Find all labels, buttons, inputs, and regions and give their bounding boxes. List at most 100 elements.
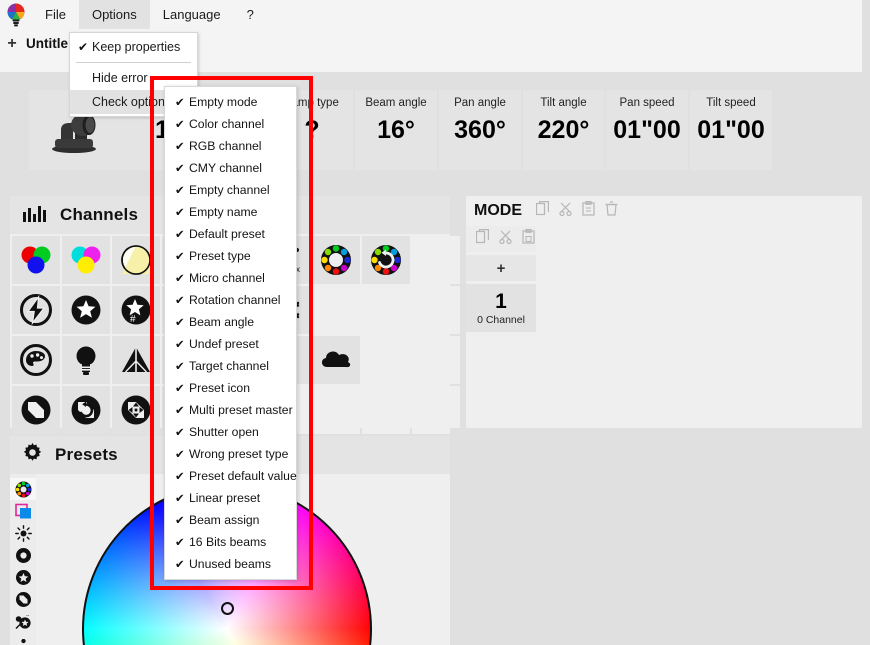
submenu-item-preset-default-value[interactable]: ✔ Preset default value xyxy=(165,465,297,487)
property-tilt-angle-value: 220° xyxy=(537,116,590,144)
preset-rail-gobo-shake-icon[interactable]: -- xyxy=(10,610,36,632)
channel-icon-color-temperature[interactable] xyxy=(112,236,160,284)
submenu-item-target-channel[interactable]: ✔ Target channel xyxy=(165,355,296,377)
background-filler xyxy=(450,428,870,645)
mode-panel-title: MODE xyxy=(474,202,522,219)
application-window: File Options Language ? + Untitle Beam 1 xyxy=(0,0,870,645)
menu-item-options[interactable]: Options xyxy=(78,0,150,29)
save-icon[interactable] xyxy=(522,229,535,249)
submenu-item-default-preset[interactable]: ✔ Default preset xyxy=(165,223,296,245)
check-icon: ✔ xyxy=(175,449,185,461)
channel-icon-strobe[interactable] xyxy=(12,286,60,334)
property-tilt-speed-label: Tilt speed xyxy=(706,97,756,109)
channel-icon-prism-triangle[interactable] xyxy=(112,336,160,384)
submenu-item-rgb-channel[interactable]: ✔ RGB channel xyxy=(165,135,296,157)
channel-icon-lamp-bulb[interactable] xyxy=(62,336,110,384)
submenu-item-16-bits-beams[interactable]: ✔ 16 Bits beams xyxy=(165,531,296,553)
submenu-item-beam-assign[interactable]: ✔ Beam assign xyxy=(165,509,296,531)
preset-rail-gobo-star-icon[interactable] xyxy=(10,566,36,588)
preset-rail-extra-icon[interactable] xyxy=(10,632,36,645)
copy-icon[interactable] xyxy=(475,229,489,249)
property-lamp-type-value: ? xyxy=(304,116,320,144)
submenu-item-rotation-channel[interactable]: ✔ Rotation channel xyxy=(165,289,296,311)
paste-icon[interactable] xyxy=(582,201,595,221)
tab-untitled[interactable]: Untitle xyxy=(24,36,68,51)
submenu-item-label: Default preset xyxy=(189,227,265,241)
delete-icon[interactable] xyxy=(605,201,618,221)
menu-option-keep-properties[interactable]: ✔ Keep properties xyxy=(70,35,197,59)
bar-levels-icon xyxy=(22,204,48,227)
submenu-item-micro-channel[interactable]: ✔ Micro channel xyxy=(165,267,296,289)
channel-icon-gobo-star[interactable] xyxy=(62,286,110,334)
submenu-item-beam-angle[interactable]: ✔ Beam angle xyxy=(165,311,296,333)
channel-cell-empty xyxy=(312,286,360,334)
submenu-item-multi-preset-master[interactable]: ✔ Multi preset master xyxy=(165,399,296,421)
check-icon: ✔ xyxy=(175,515,185,527)
app-logo-icon xyxy=(0,0,32,29)
submenu-item-cmy-channel[interactable]: ✔ CMY channel xyxy=(165,157,296,179)
property-beam-angle-label: Beam angle xyxy=(365,97,427,109)
menu-item-help[interactable]: ? xyxy=(234,0,267,29)
submenu-item-label: 16 Bits beams xyxy=(189,535,267,549)
submenu-item-label: Undef preset xyxy=(189,337,259,351)
svg-text:--: -- xyxy=(26,613,30,619)
submenu-item-empty-mode[interactable]: ✔ Empty mode xyxy=(165,91,296,113)
channel-icon-color-wheel-ring[interactable] xyxy=(312,236,360,284)
property-tilt-angle: Tilt angle 220° xyxy=(523,90,604,170)
submenu-item-label: Preset icon xyxy=(189,381,250,395)
check-icon: ✔ xyxy=(175,339,185,351)
preset-rail-gobo-dot-icon[interactable] xyxy=(10,544,36,566)
channel-icon-fog-cloud[interactable] xyxy=(312,336,360,384)
add-mode-button[interactable]: + xyxy=(466,255,536,281)
submenu-item-empty-name[interactable]: ✔ Empty name xyxy=(165,201,296,223)
svg-text:#: # xyxy=(130,314,136,325)
submenu-item-empty-channel[interactable]: ✔ Empty channel xyxy=(165,179,296,201)
channels-panel-title: Channels xyxy=(60,205,139,224)
submenu-item-label: Beam angle xyxy=(189,315,255,329)
menu-option-keep-properties-label: Keep properties xyxy=(92,40,181,54)
preset-rail-color-wheel-icon[interactable] xyxy=(10,478,36,500)
channel-icon-palette[interactable] xyxy=(12,336,60,384)
submenu-item-label: Wrong preset type xyxy=(189,447,289,461)
add-tab-button[interactable]: + xyxy=(0,35,24,53)
menu-item-language[interactable]: Language xyxy=(150,0,234,29)
channel-icon-iris-move[interactable] xyxy=(112,386,160,434)
submenu-item-wrong-preset-type[interactable]: ✔ Wrong preset type xyxy=(165,443,296,465)
channel-icon-color-wheel-rotate[interactable] xyxy=(362,236,410,284)
submenu-item-unused-beams[interactable]: ✔ Unused beams xyxy=(165,553,296,575)
channel-icon-gobo-star-hash[interactable]: # xyxy=(112,286,160,334)
check-icon: ✔ xyxy=(175,317,185,329)
cut-icon[interactable] xyxy=(499,229,512,249)
menu-item-file[interactable]: File xyxy=(32,0,79,29)
menu-option-hide-error-label: Hide error xyxy=(92,71,148,85)
check-icon: ✔ xyxy=(175,119,185,131)
preset-rail-brightness-icon[interactable] xyxy=(10,522,36,544)
channel-cell-empty xyxy=(362,386,410,434)
mode-subtoolbar xyxy=(466,226,536,252)
check-icon: ✔ xyxy=(78,40,89,54)
channel-icon-cmy[interactable] xyxy=(62,236,110,284)
check-icon: ✔ xyxy=(175,361,185,373)
channel-cell-empty xyxy=(312,386,360,434)
property-beam-angle: Beam angle 16° xyxy=(355,90,437,170)
mode-card-1[interactable]: 1 0 Channel xyxy=(466,284,536,332)
channel-cell-empty xyxy=(412,386,460,434)
preset-rail-iris-icon[interactable] xyxy=(10,588,36,610)
color-wheel-handle[interactable] xyxy=(221,602,234,615)
channel-icon-iris-rotate[interactable] xyxy=(62,386,110,434)
channel-icon-rgb[interactable] xyxy=(12,236,60,284)
preset-rail-layers-icon[interactable] xyxy=(10,500,36,522)
property-pan-angle-value: 360° xyxy=(454,116,506,144)
cut-icon[interactable] xyxy=(559,201,572,221)
submenu-item-preset-type[interactable]: ✔ Preset type xyxy=(165,245,296,267)
submenu-item-linear-preset[interactable]: ✔ Linear preset xyxy=(165,487,296,509)
property-beam-angle-value: 16° xyxy=(377,116,415,144)
submenu-item-label: Shutter open xyxy=(189,425,259,439)
submenu-item-undef-preset[interactable]: ✔ Undef preset xyxy=(165,333,296,355)
submenu-item-preset-icon[interactable]: ✔ Preset icon xyxy=(165,377,296,399)
copy-icon[interactable] xyxy=(535,201,549,221)
channel-icon-iris[interactable] xyxy=(12,386,60,434)
submenu-item-shutter-open[interactable]: ✔ Shutter open xyxy=(165,421,296,443)
channel-cell-empty xyxy=(362,336,410,384)
submenu-item-color-channel[interactable]: ✔ Color channel xyxy=(165,113,296,135)
